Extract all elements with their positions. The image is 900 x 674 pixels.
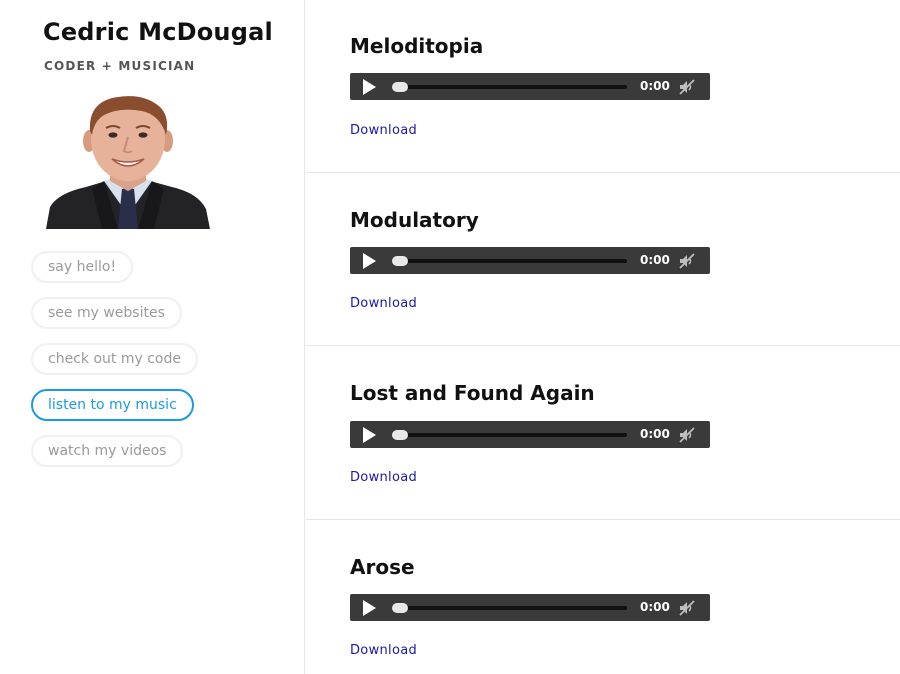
track-title: Modulatory <box>350 208 479 232</box>
progress-bar[interactable] <box>392 82 627 92</box>
progress-bar[interactable] <box>392 256 627 266</box>
portrait-photo <box>46 95 210 229</box>
site-name: Cedric McDougal <box>43 18 273 46</box>
progress-bar[interactable] <box>392 430 627 440</box>
audio-player: 0:00 <box>350 73 710 100</box>
nav-check-out-my-code[interactable]: check out my code <box>31 343 198 375</box>
track-title: Arose <box>350 555 415 579</box>
play-icon[interactable] <box>363 600 376 616</box>
volume-mute-icon[interactable] <box>678 426 696 444</box>
audio-player: 0:00 <box>350 594 710 621</box>
progress-knob[interactable] <box>392 256 408 266</box>
download-link[interactable]: Download <box>350 643 417 658</box>
time-display: 0:00 <box>640 253 670 267</box>
time-display: 0:00 <box>640 427 670 441</box>
track-item: Meloditopia 0:00 Download <box>306 0 900 173</box>
time-display: 0:00 <box>640 600 670 614</box>
volume-mute-icon[interactable] <box>678 599 696 617</box>
play-icon[interactable] <box>363 427 376 443</box>
nav-listen-to-my-music[interactable]: listen to my music <box>31 389 194 421</box>
nav-item: check out my code <box>31 343 198 375</box>
play-icon[interactable] <box>363 79 376 95</box>
audio-player: 0:00 <box>350 421 710 448</box>
volume-mute-icon[interactable] <box>678 252 696 270</box>
download-link[interactable]: Download <box>350 470 417 485</box>
track-title: Meloditopia <box>350 34 484 58</box>
nav-watch-my-videos[interactable]: watch my videos <box>31 435 184 467</box>
nav-see-my-websites[interactable]: see my websites <box>31 297 182 329</box>
tagline: CODER + MUSICIAN <box>44 59 196 73</box>
time-display: 0:00 <box>640 79 670 93</box>
nav-item: see my websites <box>31 297 198 329</box>
volume-mute-icon[interactable] <box>678 78 696 96</box>
track-item: Lost and Found Again 0:00 Download <box>306 346 900 520</box>
main-content: Meloditopia 0:00 Download Modulatory 0:0… <box>306 0 900 674</box>
progress-knob[interactable] <box>392 82 408 92</box>
play-icon[interactable] <box>363 253 376 269</box>
track-item: Arose 0:00 Download <box>306 520 900 674</box>
progress-knob[interactable] <box>392 430 408 440</box>
nav-item: say hello! <box>31 251 198 283</box>
audio-player: 0:00 <box>350 247 710 274</box>
main-nav: say hello! see my websites check out my … <box>31 251 198 481</box>
nav-say-hello[interactable]: say hello! <box>31 251 134 283</box>
download-link[interactable]: Download <box>350 296 417 311</box>
track-item: Modulatory 0:00 Download <box>306 173 900 346</box>
progress-bar[interactable] <box>392 603 627 613</box>
nav-item: watch my videos <box>31 435 198 467</box>
track-title: Lost and Found Again <box>350 381 595 405</box>
download-link[interactable]: Download <box>350 123 417 138</box>
nav-item: listen to my music <box>31 389 198 421</box>
page: Cedric McDougal CODER + MUSICIAN say hel… <box>0 0 900 674</box>
avatar <box>46 95 210 229</box>
progress-knob[interactable] <box>392 603 408 613</box>
sidebar: Cedric McDougal CODER + MUSICIAN say hel… <box>0 0 305 674</box>
